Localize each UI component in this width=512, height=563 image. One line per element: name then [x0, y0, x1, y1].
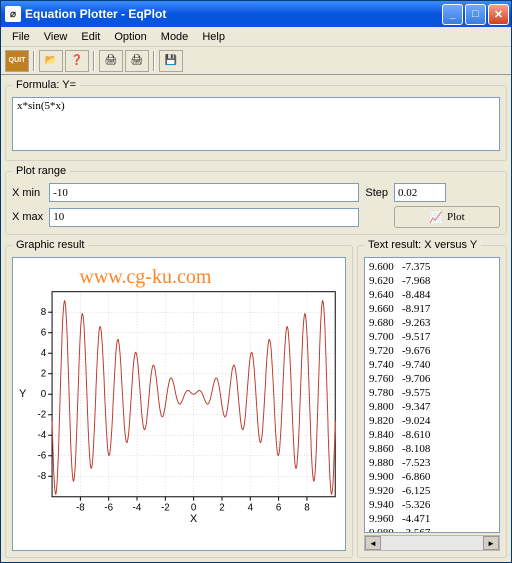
plot-button[interactable]: 📈 Plot	[394, 206, 500, 228]
svg-text:-2: -2	[38, 410, 47, 421]
minimize-button[interactable]: _	[442, 4, 463, 25]
print-button[interactable]: 🖨	[99, 50, 123, 72]
svg-text:-8: -8	[38, 471, 47, 482]
svg-text:2: 2	[41, 369, 46, 380]
xmax-input[interactable]	[49, 208, 359, 227]
range-legend: Plot range	[12, 165, 70, 177]
y-axis-label: Y	[19, 388, 26, 400]
svg-text:-6: -6	[38, 451, 47, 462]
floppy-icon: 💾	[165, 55, 177, 66]
scrollbar-horizontal[interactable]: ◄ ►	[364, 535, 500, 551]
menu-help[interactable]: Help	[195, 29, 232, 45]
step-label: Step	[365, 187, 388, 199]
svg-text:-4: -4	[133, 502, 142, 513]
graphic-fieldset: Graphic result www.cg-ku.com -8-6-4-2024…	[5, 239, 353, 558]
svg-text:0: 0	[191, 502, 197, 513]
svg-text:2: 2	[219, 502, 224, 513]
svg-text:4: 4	[248, 502, 254, 513]
titlebar[interactable]: ⌀ Equation Plotter - EqPlot _ □ ✕	[1, 1, 511, 27]
toolbar: QUIT 📂 ❓ 🖨 🖨 💾	[1, 47, 511, 75]
svg-text:8: 8	[304, 502, 309, 513]
folder-icon: 📂	[45, 55, 57, 66]
scroll-left-button[interactable]: ◄	[365, 536, 381, 550]
formula-fieldset: Formula: Y= x*sin(5*x)	[5, 79, 507, 161]
menu-mode[interactable]: Mode	[154, 29, 196, 45]
plot-icon: 📈	[429, 211, 443, 224]
scroll-right-button[interactable]: ►	[483, 536, 499, 550]
save-button[interactable]: 💾	[159, 50, 183, 72]
formula-input[interactable]: x*sin(5*x)	[12, 97, 500, 151]
svg-text:6: 6	[41, 328, 46, 339]
printer-icon: 🖨	[105, 55, 118, 66]
menu-file[interactable]: File	[5, 29, 37, 45]
svg-text:0: 0	[41, 389, 47, 400]
content-area: Formula: Y= x*sin(5*x) Plot range X min …	[1, 75, 511, 562]
separator	[153, 51, 155, 71]
menu-option[interactable]: Option	[107, 29, 153, 45]
print-setup-button[interactable]: 🖨	[125, 50, 149, 72]
maximize-button[interactable]: □	[465, 4, 486, 25]
xmax-label: X max	[12, 211, 43, 223]
plot-button-label: Plot	[447, 211, 465, 223]
xmin-label: X min	[12, 187, 43, 199]
textresult-fieldset: Text result: X versus Y 9.600 -7.375 9.6…	[357, 239, 507, 558]
svg-text:8: 8	[41, 307, 46, 318]
textresult-legend: Text result: X versus Y	[364, 239, 481, 251]
formula-legend: Formula: Y=	[12, 79, 80, 91]
menu-view[interactable]: View	[37, 29, 75, 45]
x-axis-label: X	[190, 513, 197, 525]
quit-button[interactable]: QUIT	[5, 50, 29, 72]
title-text: Equation Plotter - EqPlot	[25, 7, 442, 21]
printer-icon: 🖨	[131, 55, 144, 66]
chart-area: www.cg-ku.com -8-6-4-202468 -8-6-4-20246…	[12, 257, 346, 551]
menu-edit[interactable]: Edit	[74, 29, 107, 45]
svg-text:-8: -8	[76, 502, 85, 513]
svg-text:-6: -6	[104, 502, 113, 513]
close-button[interactable]: ✕	[488, 4, 509, 25]
graphic-legend: Graphic result	[12, 239, 88, 251]
app-window: ⌀ Equation Plotter - EqPlot _ □ ✕ File V…	[0, 0, 512, 563]
plot-svg: -8 -6 -4 -2 0 2 4 6 8 -8 -6 -4 -2 0 2 4 6 8 X Y	[13, 258, 345, 550]
text-results[interactable]: 9.600 -7.375 9.620 -7.968 9.640 -8.484 9…	[364, 257, 500, 533]
svg-text:-4: -4	[38, 430, 47, 441]
separator	[93, 51, 95, 71]
svg-text:4: 4	[41, 348, 47, 359]
xmin-input[interactable]	[49, 183, 359, 202]
step-input[interactable]	[394, 183, 446, 202]
info-icon: ❓	[71, 55, 83, 66]
about-button[interactable]: ❓	[65, 50, 89, 72]
svg-text:6: 6	[276, 502, 281, 513]
app-icon: ⌀	[5, 6, 21, 22]
open-button[interactable]: 📂	[39, 50, 63, 72]
scroll-track[interactable]	[381, 536, 483, 550]
separator	[33, 51, 35, 71]
menubar: File View Edit Option Mode Help	[1, 27, 511, 47]
range-fieldset: Plot range X min Step X max 📈 Plot	[5, 165, 507, 235]
svg-text:-2: -2	[161, 502, 170, 513]
